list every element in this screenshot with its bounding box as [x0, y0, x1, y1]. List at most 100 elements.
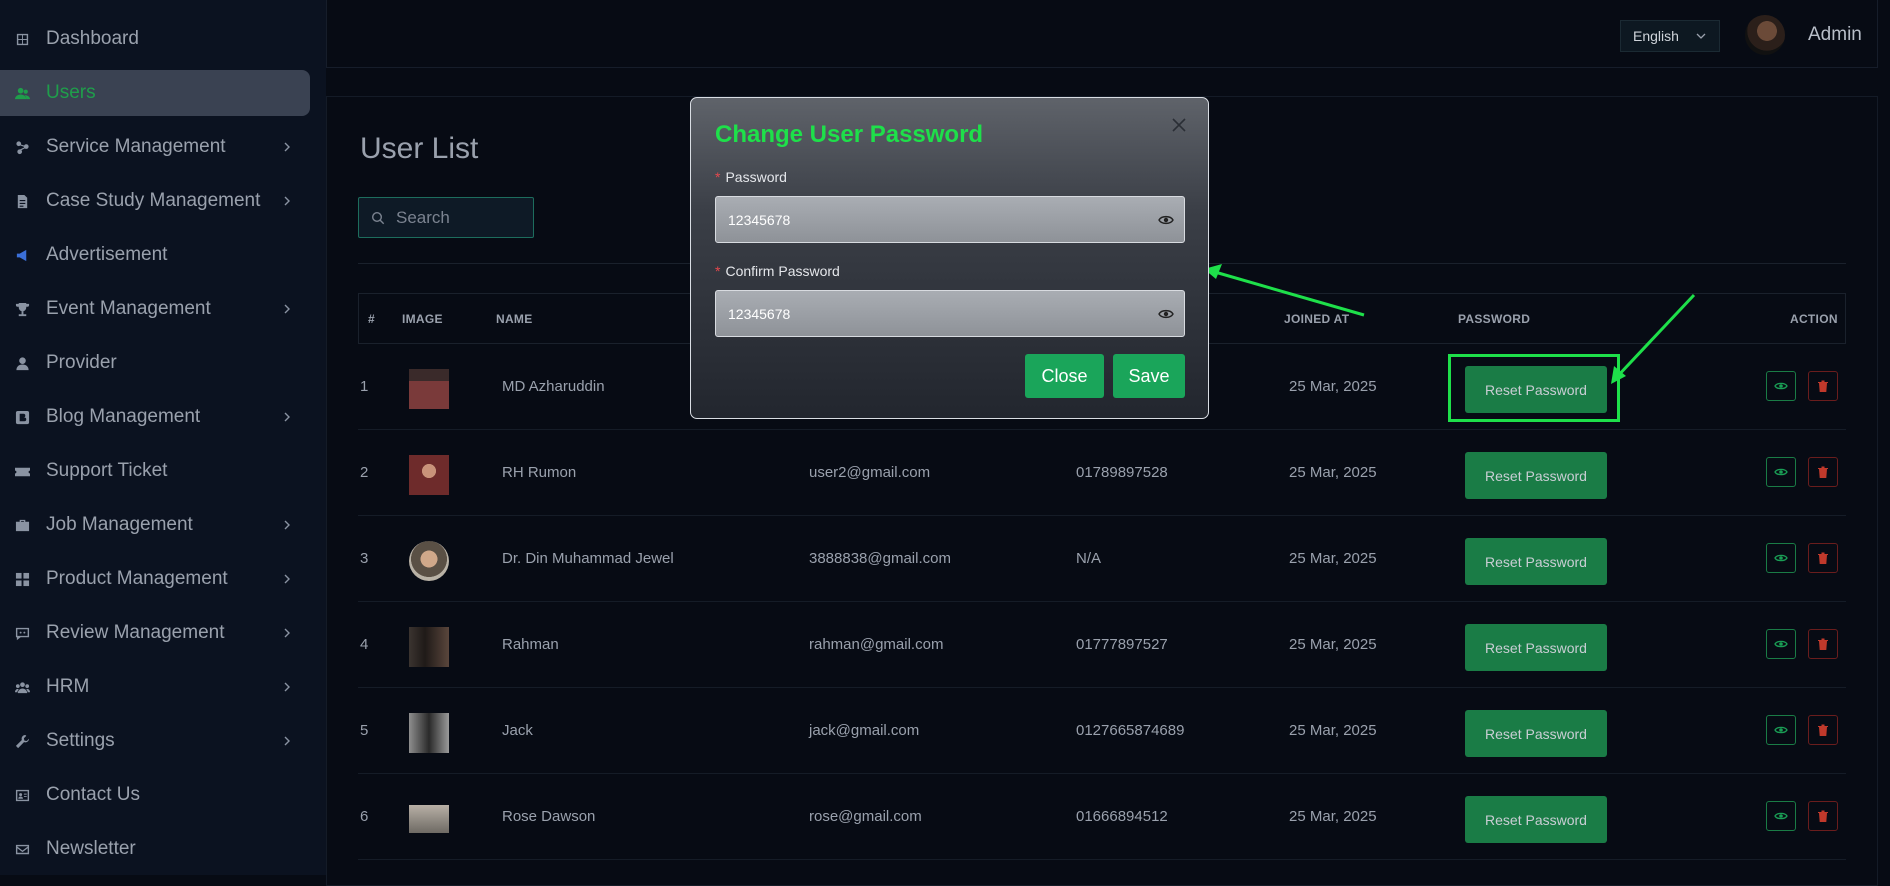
sidebar: Dashboard Users Service Management Case …: [0, 0, 326, 875]
sidebar-item-newsletter[interactable]: Newsletter: [0, 826, 310, 872]
chevron-right-icon: [284, 520, 290, 530]
table-row: 4 Rahman rahman@gmail.com 01777897527 25…: [358, 602, 1846, 688]
trash-icon: [1818, 552, 1828, 564]
column-header-index: #: [368, 312, 375, 326]
search-box[interactable]: [358, 197, 534, 238]
sidebar-item-dashboard[interactable]: Dashboard: [0, 16, 310, 62]
sidebar-item-users[interactable]: Users: [0, 70, 310, 116]
sidebar-item-support-ticket[interactable]: Support Ticket: [0, 448, 310, 494]
reset-password-button[interactable]: Reset Password: [1465, 710, 1607, 757]
sidebar-item-event-management[interactable]: Event Management: [0, 286, 310, 332]
sidebar-item-label: Event Management: [46, 298, 211, 319]
confirm-password-input[interactable]: [716, 304, 1130, 323]
row-email: rahman@gmail.com: [809, 636, 944, 653]
row-email: user2@gmail.com: [809, 464, 931, 481]
sidebar-item-job-management[interactable]: Job Management: [0, 502, 310, 548]
eye-icon[interactable]: [1158, 213, 1174, 227]
sidebar-item-hrm[interactable]: HRM: [0, 664, 310, 710]
view-button[interactable]: [1766, 801, 1796, 831]
dashboard-icon: [14, 31, 30, 47]
column-header-image: IMAGE: [402, 312, 443, 326]
trash-icon: [1818, 466, 1828, 478]
row-index: 2: [360, 464, 369, 481]
row-name: Rahman: [502, 636, 559, 653]
row-name: Dr. Din Muhammad Jewel: [502, 550, 674, 567]
view-button[interactable]: [1766, 543, 1796, 573]
eye-icon: [1774, 726, 1788, 734]
delete-button[interactable]: [1808, 457, 1838, 487]
user-avatar: [409, 713, 449, 753]
view-button[interactable]: [1766, 629, 1796, 659]
user-icon: [14, 355, 30, 371]
sidebar-item-label: Review Management: [46, 622, 225, 643]
trash-icon: [1818, 724, 1828, 736]
close-icon[interactable]: [1170, 116, 1188, 134]
save-button[interactable]: Save: [1113, 354, 1185, 398]
user-avatar: [409, 541, 449, 581]
delete-button[interactable]: [1808, 801, 1838, 831]
chevron-right-icon: [284, 304, 290, 314]
view-button[interactable]: [1766, 457, 1796, 487]
delete-button[interactable]: [1808, 371, 1838, 401]
user-avatar: [409, 627, 449, 667]
column-header-joined: JOINED AT: [1284, 312, 1350, 326]
row-email: rose@gmail.com: [809, 808, 922, 825]
sidebar-item-label: Product Management: [46, 568, 228, 589]
chevron-right-icon: [284, 412, 290, 422]
close-button[interactable]: Close: [1025, 354, 1104, 398]
row-phone: 01666894512: [1076, 808, 1168, 825]
confirm-password-field[interactable]: [715, 290, 1185, 337]
sidebar-item-contact-us[interactable]: Contact Us: [0, 772, 310, 818]
eye-icon: [1774, 812, 1788, 820]
sidebar-item-provider[interactable]: Provider: [0, 340, 310, 386]
column-header-password: PASSWORD: [1458, 312, 1531, 326]
row-joined: 25 Mar, 2025: [1289, 464, 1377, 481]
sidebar-item-service-management[interactable]: Service Management: [0, 124, 310, 170]
sidebar-item-blog-management[interactable]: Blog Management: [0, 394, 310, 440]
sidebar-item-label: Blog Management: [46, 406, 201, 427]
password-input[interactable]: [716, 210, 1130, 229]
annotation-highlight-box: [1448, 354, 1620, 422]
avatar[interactable]: [1745, 15, 1785, 55]
delete-button[interactable]: [1808, 629, 1838, 659]
grid-icon: [14, 571, 30, 587]
document-icon: [14, 193, 30, 209]
page-title: User List: [360, 132, 479, 165]
reset-password-button[interactable]: Reset Password: [1465, 624, 1607, 671]
delete-button[interactable]: [1808, 715, 1838, 745]
modal-title: Change User Password: [715, 121, 984, 148]
row-joined: 25 Mar, 2025: [1289, 808, 1377, 825]
sidebar-item-settings[interactable]: Settings: [0, 718, 310, 764]
reset-password-button[interactable]: Reset Password: [1465, 452, 1607, 499]
chevron-right-icon: [284, 574, 290, 584]
sidebar-item-label: HRM: [46, 676, 90, 697]
sidebar-item-review-management[interactable]: Review Management: [0, 610, 310, 656]
reset-password-button[interactable]: Reset Password: [1465, 796, 1607, 843]
row-name: RH Rumon: [502, 464, 577, 481]
trash-icon: [1818, 638, 1828, 650]
view-button[interactable]: [1766, 371, 1796, 401]
sidebar-item-advertisement[interactable]: Advertisement: [0, 232, 310, 278]
view-button[interactable]: [1766, 715, 1796, 745]
sidebar-item-product-management[interactable]: Product Management: [0, 556, 310, 602]
sidebar-item-label: Support Ticket: [46, 460, 168, 481]
password-field[interactable]: [715, 196, 1185, 243]
language-select[interactable]: English: [1620, 20, 1720, 52]
row-index: 3: [360, 550, 369, 567]
user-avatar: [409, 455, 449, 495]
sidebar-item-label: Case Study Management: [46, 190, 261, 211]
row-index: 5: [360, 722, 369, 739]
chevron-right-icon: [284, 736, 290, 746]
search-icon: [371, 211, 385, 224]
language-select-value: English: [1633, 28, 1679, 44]
sidebar-item-label: Advertisement: [46, 244, 168, 265]
row-name: Jack: [502, 722, 533, 739]
eye-icon[interactable]: [1158, 307, 1174, 321]
sidebar-item-case-study-management[interactable]: Case Study Management: [0, 178, 310, 224]
sidebar-item-label: Dashboard: [46, 28, 139, 49]
user-name[interactable]: Admin: [1808, 24, 1862, 46]
delete-button[interactable]: [1808, 543, 1838, 573]
search-input[interactable]: [394, 206, 528, 229]
row-phone: N/A: [1076, 550, 1102, 567]
reset-password-button[interactable]: Reset Password: [1465, 538, 1607, 585]
